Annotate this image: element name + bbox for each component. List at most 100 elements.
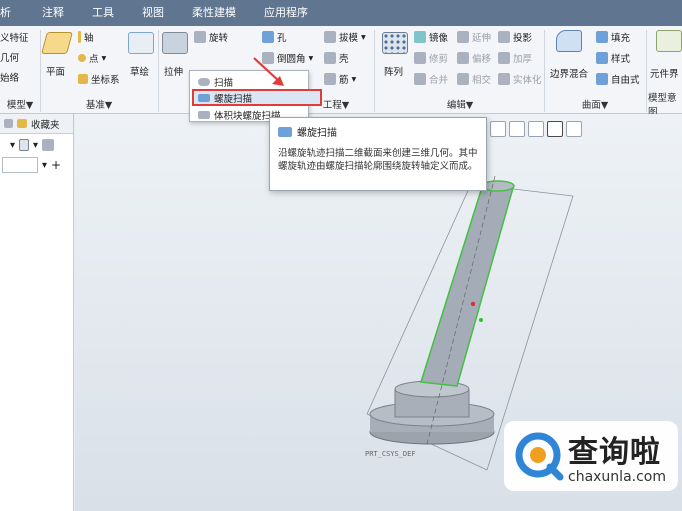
- plane-button[interactable]: 平面: [46, 64, 65, 78]
- fill-button[interactable]: 填充: [596, 30, 630, 44]
- separator: [158, 30, 159, 112]
- rib-button[interactable]: 筋 ▾: [324, 72, 356, 86]
- trim-icon: [414, 52, 426, 64]
- chevron-down-icon[interactable]: ▾: [33, 140, 38, 151]
- helical-sweep-icon: [198, 93, 210, 102]
- model-tree-panel: 收藏夹 ▾ ▾ ▾ +: [0, 114, 74, 511]
- solidify-button[interactable]: 实体化: [498, 72, 542, 86]
- group-edit-label: 编辑▼: [446, 100, 474, 111]
- group-edit[interactable]: 编辑▼: [376, 96, 544, 112]
- mirror-button[interactable]: 镜像: [414, 30, 448, 44]
- panel-toolbar: ▾ ▾: [0, 134, 73, 156]
- point-button[interactable]: 点 ▾: [78, 51, 106, 65]
- datum-display-icon[interactable]: [528, 121, 544, 137]
- boundary-blend-button[interactable]: 边界混合: [550, 66, 588, 80]
- axis-icon: [78, 31, 81, 43]
- style-label: 样式: [611, 54, 631, 65]
- solidify-label: 实体化: [513, 75, 542, 86]
- coordinate-system-button[interactable]: 坐标系: [78, 72, 120, 86]
- solidify-icon: [498, 73, 510, 85]
- group-surface[interactable]: 曲面▼: [546, 96, 644, 112]
- tab-flexible-modeling[interactable]: 柔性建模: [178, 2, 250, 26]
- annotation-arrow: [253, 57, 284, 86]
- offset-button[interactable]: 偏移: [457, 51, 491, 65]
- chevron-down-icon: ▾: [361, 31, 366, 43]
- plane-icon: [41, 32, 73, 54]
- project-button[interactable]: 投影: [498, 30, 532, 44]
- spin-center-icon[interactable]: [547, 121, 563, 137]
- thicken-icon: [498, 52, 510, 64]
- sketch-button[interactable]: 草绘: [130, 64, 149, 78]
- chevron-down-icon[interactable]: ▾: [10, 140, 15, 151]
- group-model[interactable]: 模型▼: [0, 96, 40, 112]
- saved-orientations-icon[interactable]: [490, 121, 506, 137]
- tooltip-title: 螺旋扫描: [297, 128, 337, 139]
- separator: [646, 30, 647, 112]
- freestyle-icon: [596, 73, 608, 85]
- project-icon: [498, 31, 510, 43]
- annotation-display-icon[interactable]: [566, 121, 582, 137]
- thicken-label: 加厚: [513, 54, 533, 65]
- document-icon[interactable]: [19, 139, 30, 151]
- sketch-icon: [128, 32, 154, 54]
- copy-geometry-label: 几何: [0, 53, 20, 64]
- merge-button[interactable]: 合并: [414, 72, 448, 86]
- copy-geometry-button[interactable]: 几何: [0, 50, 19, 64]
- group-surface-label: 曲面▼: [581, 100, 609, 111]
- search-input[interactable]: [2, 157, 38, 173]
- revolve-button[interactable]: 旋转: [194, 30, 228, 44]
- extrude-button[interactable]: 拉伸: [164, 64, 183, 78]
- chevron-down-icon[interactable]: ▾: [42, 160, 47, 171]
- sketch-label: 草绘: [130, 67, 150, 78]
- ribbon: 义特征 几何 始络 模型▼ 平面 轴 点 ▾ 坐标系 草绘 基准▼ 拉伸 旋转 孔…: [0, 26, 682, 118]
- folder-icon[interactable]: [4, 119, 13, 128]
- tab-analysis[interactable]: 析: [0, 2, 28, 26]
- chevron-down-icon: ▾: [101, 52, 107, 64]
- shell-icon: [324, 52, 336, 64]
- shrinkwrap-button[interactable]: 始络: [0, 70, 19, 84]
- rib-icon: [324, 73, 336, 85]
- mirror-icon: [414, 31, 426, 43]
- coordinate-system-icon: [78, 74, 88, 84]
- tree-settings-icon[interactable]: [42, 139, 55, 151]
- panel-tabs: 收藏夹: [0, 114, 73, 134]
- extend-button[interactable]: 延伸: [457, 30, 491, 44]
- thicken-button[interactable]: 加厚: [498, 51, 532, 65]
- chevron-down-icon: ▾: [308, 52, 314, 64]
- component-interface-button[interactable]: 元件界: [650, 66, 679, 80]
- group-model-intent[interactable]: 模型意图: [648, 93, 682, 118]
- trim-label: 修剪: [429, 54, 449, 65]
- tab-view[interactable]: 视图: [128, 2, 178, 26]
- intersect-button[interactable]: 相交: [457, 72, 491, 86]
- axis-button[interactable]: 轴: [78, 30, 94, 44]
- pattern-button[interactable]: 阵列: [384, 64, 403, 78]
- tab-annotate[interactable]: 注释: [28, 2, 78, 26]
- tab-tools[interactable]: 工具: [78, 2, 128, 26]
- offset-label: 偏移: [472, 54, 492, 65]
- shell-button[interactable]: 壳: [324, 51, 349, 65]
- add-icon[interactable]: +: [51, 158, 61, 172]
- tab-favorites[interactable]: 收藏夹: [31, 117, 60, 131]
- menu-item-label: 螺旋扫描: [214, 93, 253, 105]
- user-defined-feature-button[interactable]: 义特征: [0, 30, 29, 44]
- display-style-icon[interactable]: [509, 121, 525, 137]
- sweep-dropdown-menu: 扫描 螺旋扫描 体积块螺旋扫描: [189, 70, 322, 122]
- tab-applications[interactable]: 应用程序: [250, 2, 322, 26]
- draft-button[interactable]: 拔模 ▾: [324, 30, 366, 44]
- style-button[interactable]: 样式: [596, 51, 630, 65]
- hole-button[interactable]: 孔: [262, 30, 287, 44]
- pattern-label: 阵列: [384, 67, 404, 78]
- group-datum[interactable]: 基准▼: [40, 96, 158, 112]
- merge-icon: [414, 73, 426, 85]
- favorites-icon: [17, 119, 27, 128]
- intersect-icon: [457, 73, 469, 85]
- rib-label: 筋: [339, 75, 349, 86]
- watermark: 查询啦 chaxunla.com: [504, 421, 678, 491]
- freestyle-button[interactable]: 自由式: [596, 72, 640, 86]
- extend-label: 延伸: [472, 33, 492, 44]
- intersect-label: 相交: [472, 75, 492, 86]
- coordinate-system-label: 坐标系: [91, 75, 120, 86]
- separator: [374, 30, 375, 112]
- graphics-toolbar: [490, 118, 596, 140]
- trim-button[interactable]: 修剪: [414, 51, 448, 65]
